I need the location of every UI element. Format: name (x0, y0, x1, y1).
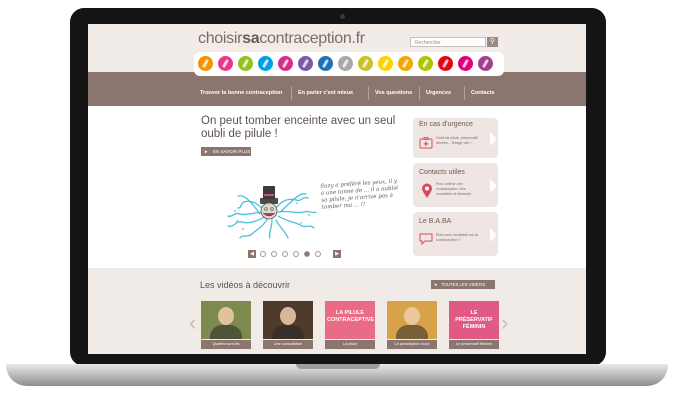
map-pin-icon (422, 183, 432, 198)
videos-prev-arrow[interactable]: ‹ (189, 312, 196, 334)
pill-icon[interactable] (378, 56, 393, 71)
video-caption[interactable]: Quelles sont les (201, 340, 251, 349)
logo-bold: sa (242, 30, 260, 47)
pill-icon[interactable] (318, 56, 333, 71)
pill-icon[interactable] (198, 56, 213, 71)
read-more-label: EN SAVOIR PLUS (213, 149, 251, 154)
person-silhouette-body (272, 325, 304, 339)
pill-icon[interactable] (278, 56, 293, 71)
pill-icon[interactable] (478, 56, 493, 71)
card-urgence-text: Oubli de pilule, préservatif déchiré... … (436, 136, 478, 145)
video-caption[interactable]: Une consultation (263, 340, 313, 349)
nav-item-questions[interactable]: Vos questions (375, 87, 412, 99)
person-silhouette-body (396, 325, 428, 339)
pill-icon[interactable] (438, 56, 453, 71)
logo-suffix: contraception.fr (259, 30, 365, 47)
card-baba-title: Le B.A.BA (419, 218, 452, 225)
pill-icon[interactable] (218, 56, 233, 71)
hero-headline: On peut tomber enceinte avec un seul oub… (201, 115, 396, 140)
carousel-dot[interactable] (304, 251, 310, 257)
read-more-button[interactable]: ► EN SAVOIR PLUS (201, 147, 251, 156)
carousel-dot[interactable] (282, 251, 288, 257)
webcam (340, 14, 345, 19)
pill-icon[interactable] (298, 56, 313, 71)
pill-icon[interactable] (238, 56, 253, 71)
play-icon: ► (434, 282, 439, 287)
video-caption[interactable]: La prescription d'une (387, 340, 437, 349)
video-thumbnail[interactable] (387, 301, 437, 339)
pill-icon[interactable] (258, 56, 273, 71)
handwritten-text: Suzy a préféré les yeux, il y a une tonn… (320, 178, 399, 211)
card-urgence-title: En cas d'urgence (419, 121, 473, 128)
website-screen: choisirsacontraception.fr Rechercher ⚲ T… (88, 24, 586, 354)
all-videos-label: TOUTES LES VIDÉOS (441, 282, 486, 287)
pill-icon[interactable] (338, 56, 353, 71)
card-arrow-icon (490, 132, 497, 146)
card-arrow-icon (490, 179, 497, 193)
laptop-notch (296, 364, 380, 369)
person-silhouette (218, 307, 234, 325)
person-silhouette-body (210, 325, 242, 339)
pill-icon[interactable] (358, 56, 373, 71)
pill-icon[interactable] (418, 56, 433, 71)
nav-item-urgences[interactable]: Urgences (426, 87, 451, 99)
video-caption[interactable]: La pilule (325, 340, 375, 349)
search-input[interactable]: Rechercher (410, 37, 486, 47)
nav-separator (464, 86, 465, 100)
nav-separator (368, 86, 369, 100)
videos-next-arrow[interactable]: › (501, 312, 508, 334)
carousel-dot[interactable] (260, 251, 266, 257)
card-baba-text: Êtes-vous incollable sur la contraceptio… (436, 233, 478, 242)
video-thumbnail-label: LE PRÉSERVATIF FÉMININ (455, 310, 493, 330)
nav-item-en-parler[interactable]: En parler c'est mieux (298, 87, 353, 99)
carousel-dot[interactable] (271, 251, 277, 257)
magnifier-icon[interactable]: ⚲ (487, 37, 498, 47)
video-thumbnail-label: LA PILULE CONTRACEPTIVE (327, 310, 375, 323)
video-thumbnail[interactable]: LE PRÉSERVATIF FÉMININ (449, 301, 499, 339)
person-silhouette (404, 307, 420, 325)
pill-icon[interactable] (458, 56, 473, 71)
person-silhouette (280, 307, 296, 325)
play-icon: ► (204, 149, 209, 154)
carousel-dot[interactable] (315, 251, 321, 257)
nav-separator (419, 86, 420, 100)
carousel-next-button[interactable]: ▶ (333, 250, 341, 258)
nav-item-trouver[interactable]: Trouver la bonne contraception (200, 87, 282, 99)
carousel-dot[interactable] (293, 251, 299, 257)
card-arrow-icon (490, 228, 497, 242)
logo-prefix: choisir (198, 30, 243, 47)
nav-separator (291, 86, 292, 100)
card-contacts-text: Pour obtenir une contraception, être con… (436, 182, 472, 196)
videos-heading: Les vidéos à découvrir (200, 280, 291, 290)
pill-icon[interactable] (398, 56, 413, 71)
card-contacts-title: Contacts utiles (419, 169, 465, 176)
carousel-prev-button[interactable]: ◀ (248, 250, 256, 258)
first-aid-kit-icon (419, 137, 433, 149)
video-thumbnail[interactable]: LA PILULE CONTRACEPTIVE (325, 301, 375, 339)
site-logo[interactable]: choisirsacontraception.fr (198, 30, 365, 48)
video-caption[interactable]: Le préservatif féminin (449, 340, 499, 349)
video-thumbnail[interactable] (201, 301, 251, 339)
nav-item-contacts[interactable]: Contacts (471, 87, 495, 99)
all-videos-button[interactable]: ► TOUTES LES VIDÉOS (431, 280, 495, 289)
video-thumbnail[interactable] (263, 301, 313, 339)
pill-illustration (227, 186, 317, 239)
speech-bubble-icon (419, 233, 433, 245)
